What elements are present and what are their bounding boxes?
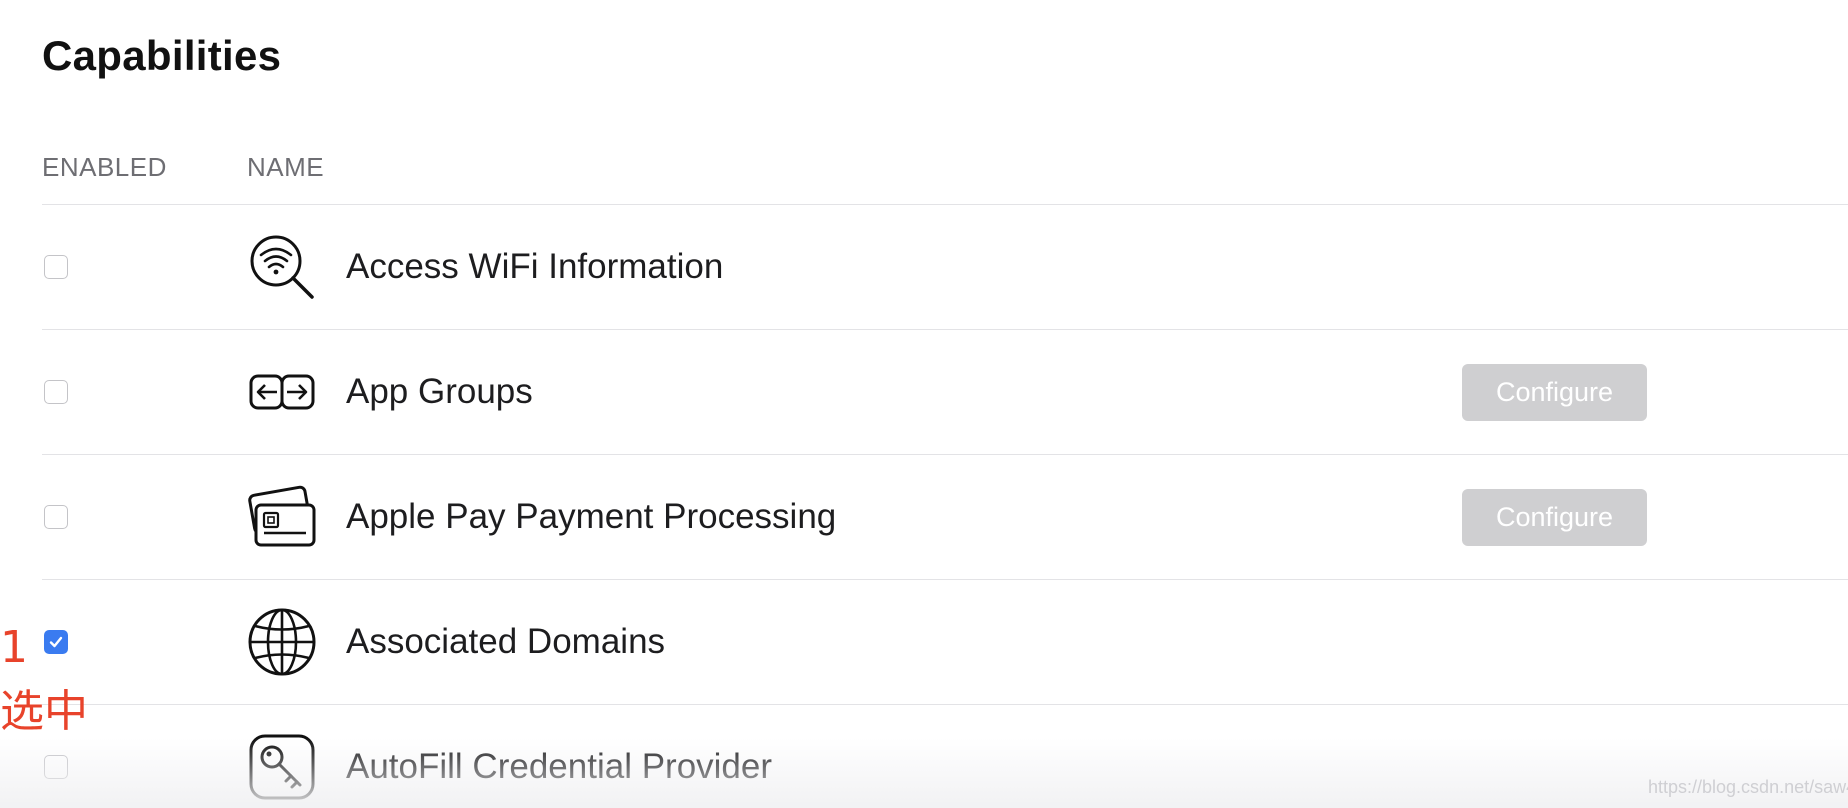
- wifi-search-icon: [250, 235, 314, 299]
- watermark: https://blog.csdn.net/saw4: [1648, 777, 1848, 797]
- capability-name: AutoFill Credential Provider: [346, 747, 773, 786]
- enabled-checkbox[interactable]: [44, 380, 68, 404]
- page-title: Capabilities: [42, 32, 282, 79]
- enabled-checkbox[interactable]: [44, 505, 68, 529]
- configure-button[interactable]: Configure: [1462, 489, 1647, 546]
- capability-name: Apple Pay Payment Processing: [346, 497, 837, 536]
- capability-name: App Groups: [346, 372, 533, 411]
- globe-icon: [248, 608, 316, 676]
- credit-cards-icon: [248, 485, 316, 547]
- capability-row-autofill: AutoFill Credential Provider: [42, 704, 1848, 808]
- capability-row-app-groups: App Groups Configure: [42, 329, 1848, 454]
- column-header-enabled: ENABLED: [42, 152, 167, 182]
- annotation-label: 选中: [0, 686, 88, 737]
- enabled-checkbox[interactable]: [44, 255, 68, 279]
- capabilities-table: Access WiFi Information App Groups Confi…: [42, 204, 1848, 808]
- checkmark-icon: [49, 636, 63, 648]
- configure-button[interactable]: Configure: [1462, 364, 1647, 421]
- capabilities-page: Capabilities ENABLED NAME Access WiFi In…: [0, 0, 1848, 808]
- capability-name: Access WiFi Information: [346, 247, 724, 286]
- key-icon: [249, 734, 315, 800]
- capability-row-apple-pay: Apple Pay Payment Processing Configure: [42, 454, 1848, 579]
- app-groups-icon: [249, 374, 315, 410]
- capability-name: Associated Domains: [346, 622, 666, 661]
- capability-row-associated-domains: Associated Domains: [42, 579, 1848, 704]
- capability-row-access-wifi: Access WiFi Information: [42, 204, 1848, 329]
- enabled-checkbox[interactable]: [44, 630, 68, 654]
- enabled-checkbox[interactable]: [44, 755, 68, 779]
- column-header-name: NAME: [247, 152, 325, 182]
- annotation-step-number: 1: [0, 622, 28, 673]
